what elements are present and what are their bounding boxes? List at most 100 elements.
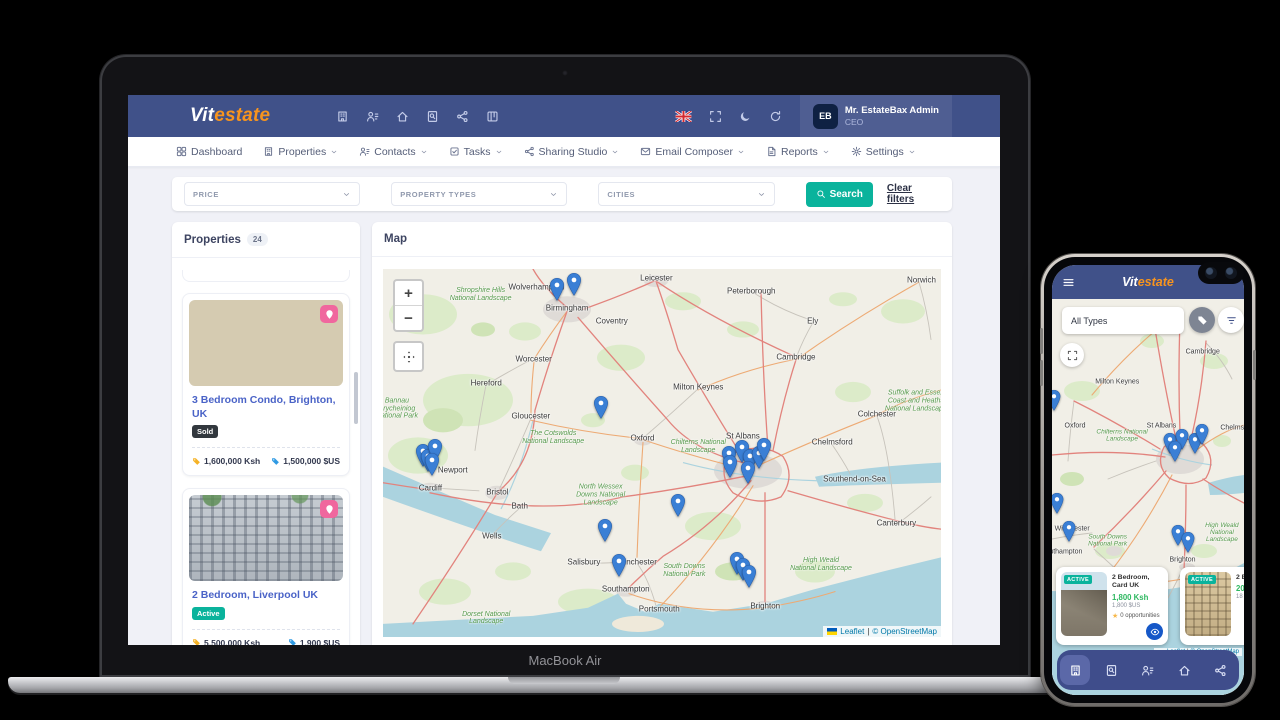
menu-item-settings[interactable]: Settings [851,146,916,158]
map-pin-badge[interactable] [320,500,338,518]
map-city-label: Portsmouth [639,605,680,614]
envelope-icon [640,146,651,157]
map-city-label: Coventry [596,316,628,325]
tag-filter-button[interactable] [1189,307,1215,333]
filter-select-price[interactable]: PRICE [184,182,360,206]
properties-list[interactable]: 3 Bedroom Condo, Brighton, UKSold1,600,0… [172,260,360,645]
property-card[interactable]: 3 Bedroom Condo, Brighton, UKSold1,600,0… [182,293,350,476]
uk-flag-icon[interactable] [675,111,692,122]
doc-search-icon[interactable] [426,110,439,123]
map-marker[interactable] [1052,390,1060,411]
expand-button[interactable] [1060,343,1084,367]
map-landscape-label: High Weald National Landscape [790,557,852,573]
map-marker[interactable] [723,454,737,477]
building-icon[interactable] [336,110,349,123]
property-title[interactable]: 2 Bedroom, Liverpool UK [192,589,340,603]
map-city-label: Oxford [1065,422,1086,429]
macbook-notch [508,677,620,684]
menu-item-properties[interactable]: Properties [263,146,338,158]
contacts-icon[interactable] [366,110,379,123]
pan-icon [402,350,416,364]
map-marker[interactable] [550,278,564,301]
scrollbar-thumb[interactable] [354,372,358,424]
kanban-icon[interactable] [486,110,499,123]
phone-app-logo[interactable]: Vitestate [1122,275,1174,289]
filter-select-cities[interactable]: CITIES [598,182,774,206]
price-local: 1,600,000 Ksh [192,456,260,466]
phone-property-card[interactable]: ACTIVE2 Bedroom, Card UK1,800 Ksh1,800 $… [1056,567,1168,645]
logo-part-2: estate [214,105,270,126]
nav-doc-search-icon[interactable] [1097,655,1127,685]
menu-icon[interactable] [1062,276,1075,289]
map-city-label: Ely [807,316,818,325]
menu-item-email-composer[interactable]: Email Composer [640,146,745,158]
moon-icon[interactable] [739,110,752,123]
zoom-in-button[interactable]: + [395,281,422,305]
nav-share-icon[interactable] [1206,655,1236,685]
search-button[interactable]: Search [806,182,873,207]
share-icon[interactable] [456,110,469,123]
phone-cards-carousel[interactable]: ACTIVE2 Bedroom, Card UK1,800 Ksh1,800 $… [1056,567,1244,645]
map-marker[interactable] [671,493,685,516]
file-icon [766,146,777,157]
map-marker[interactable] [1052,493,1063,514]
map-landscape-label: Chilterns National Landscape [667,440,729,456]
map-marker[interactable] [567,273,581,296]
menu-item-tasks[interactable]: Tasks [449,146,503,158]
menu-item-dashboard[interactable]: Dashboard [176,146,242,158]
property-card[interactable]: 2 Bedroom, Liverpool UKActive5,500,000 K… [182,488,350,645]
status-badge: Active [192,607,225,620]
chevron-down-icon [549,190,558,199]
price-usd: 1,900 $US [288,638,340,645]
leaflet-link[interactable]: Leaflet [840,627,864,636]
home-icon[interactable] [396,110,409,123]
map-marker[interactable] [741,461,755,484]
map-marker[interactable] [594,396,608,419]
map-pan-control[interactable] [393,341,424,372]
menu-item-sharing-studio[interactable]: Sharing Studio [524,146,620,158]
dashboard-icon [176,146,187,157]
menu-item-label: Settings [866,146,904,158]
map-marker[interactable] [612,554,626,577]
menu-item-contacts[interactable]: Contacts [359,146,427,158]
clear-filters-link[interactable]: Clear filters [887,183,940,205]
map-city-label: Milton Keynes [673,382,723,391]
phone-property-card[interactable]: ACTIVE2 B Bi2018 [1180,567,1244,645]
app-logo[interactable]: Vitestate [190,105,270,127]
user-name: Mr. EstateBax Admin [845,105,939,117]
map-marker[interactable] [598,519,612,542]
map-marker[interactable] [1063,520,1076,541]
nav-contacts-icon[interactable] [1133,655,1163,685]
map-marker[interactable] [742,565,756,588]
filter-button[interactable] [1218,307,1244,333]
view-button[interactable] [1144,621,1165,642]
filter-select-label: PRICE [193,190,219,199]
fullscreen-icon[interactable] [709,110,722,123]
property-image [189,495,343,581]
osm-link[interactable]: © OpenStreetMap [872,627,937,636]
map-marker[interactable] [1181,532,1194,553]
map-marker[interactable] [1195,423,1208,444]
menu-item-reports[interactable]: Reports [766,146,830,158]
chevron-down-icon [420,148,428,156]
zoom-out-button[interactable]: − [395,305,422,330]
property-title[interactable]: 3 Bedroom Condo, Brighton, UK [192,394,340,421]
nav-home-icon[interactable] [1169,655,1199,685]
power-button [1253,350,1256,380]
leaflet-map[interactable]: WolverhamptonBirminghamCoventryLeicester… [383,269,941,637]
search-button-label: Search [830,189,863,200]
price-usd: 18 [1236,594,1244,600]
menu-item-label: Reports [781,146,818,158]
map-pin-badge[interactable] [320,305,338,323]
phone-map[interactable]: CambridgeMilton KeynesOxfordSt AlbansChe… [1052,299,1244,695]
map-marker[interactable] [425,453,439,476]
map-marker[interactable] [1168,441,1181,462]
user-menu[interactable]: EB Mr. EstateBax Admin CEO [800,95,952,137]
user-role: CEO [845,117,939,127]
map-marker[interactable] [757,438,771,461]
contacts-icon [1141,664,1154,677]
filter-select-property-types[interactable]: PROPERTY TYPES [391,182,567,206]
phone-search-box[interactable]: All Types [1062,307,1184,334]
nav-building-icon[interactable] [1060,655,1090,685]
refresh-icon[interactable] [769,110,782,123]
